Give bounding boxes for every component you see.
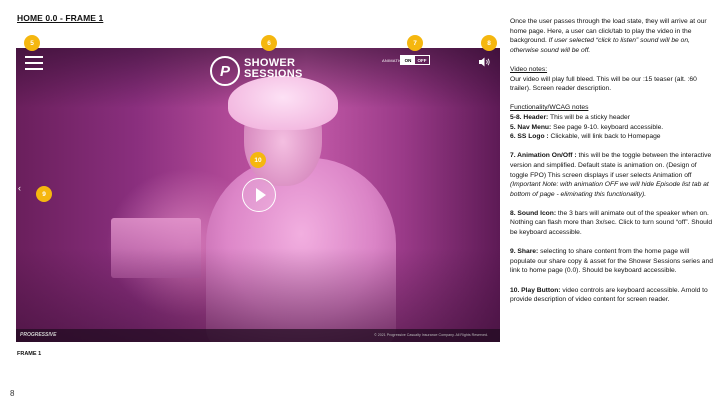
note-label: 10. Play Button:: [510, 286, 561, 294]
note-item-5: 5. Nav Menu: See page 9-10. keyboard acc…: [510, 123, 715, 133]
note-item-7: 7. Animation On/Off : this will be the t…: [510, 151, 715, 199]
video-person-towel: [228, 76, 338, 130]
callout-marker-6: 6: [261, 35, 277, 51]
logo-line-2: SESSIONS: [244, 68, 303, 80]
note-label: 5-8. Header:: [510, 113, 549, 121]
note-item-5-8: 5-8. Header: This will be a sticky heade…: [510, 113, 715, 123]
footer-bar: PROGRESSIVE © 2021 Progressive Casualty …: [16, 329, 500, 342]
home-page-mockup: P SHOWER SESSIONS ANIMATION ON OFF ‹ PRO…: [16, 48, 500, 342]
callout-marker-7: 7: [407, 35, 423, 51]
note-text: This will be a sticky header: [548, 113, 630, 121]
functionality-heading: Functionality/WCAG notes: [510, 104, 589, 112]
intro-paragraph: Once the user passes through the load st…: [510, 17, 715, 55]
shower-sessions-logo-icon[interactable]: P: [210, 56, 240, 86]
callout-marker-5: 5: [24, 35, 40, 51]
note-text: selecting to share content from the home…: [510, 248, 713, 275]
note-label: 6. SS Logo :: [510, 133, 549, 141]
share-icon[interactable]: ‹: [18, 184, 26, 200]
notes-panel: Once the user passes through the load st…: [510, 17, 715, 305]
video-bottom-shade: [16, 248, 500, 342]
callout-marker-8: 8: [481, 35, 497, 51]
note-item-8: 8. Sound Icon: the 3 bars will animate o…: [510, 209, 715, 238]
logo-letter: P: [219, 62, 230, 80]
note-text: Clickable, will link back to Homepage: [548, 133, 661, 141]
toggle-on[interactable]: ON: [401, 56, 415, 64]
sound-icon[interactable]: [478, 56, 492, 68]
video-notes-body: Our video will play full bleed. This wil…: [510, 75, 697, 93]
play-button[interactable]: [242, 178, 276, 212]
note-text: See page 9-10. keyboard accessible.: [551, 123, 664, 131]
frame-label: FRAME 1: [17, 351, 42, 357]
video-notes-heading: Video notes:: [510, 65, 548, 73]
note-item-9: 9. Share: selecting to share content fro…: [510, 247, 715, 276]
page-number: 8: [10, 389, 15, 398]
nav-menu-icon[interactable]: [25, 56, 43, 70]
toggle-off[interactable]: OFF: [415, 56, 429, 64]
callout-marker-10: 10: [250, 152, 266, 168]
note-item-10: 10. Play Button: video controls are keyb…: [510, 286, 715, 305]
copyright-text: © 2021 Progressive Casualty Insurance Co…: [374, 333, 488, 337]
animation-toggle[interactable]: ON OFF: [400, 55, 430, 65]
frame-title: HOME 0.0 - FRAME 1: [17, 13, 104, 23]
callout-marker-9: 9: [36, 186, 52, 202]
note-label: 8. Sound Icon:: [510, 209, 557, 217]
note-item-6: 6. SS Logo : Clickable, will link back t…: [510, 132, 715, 142]
note-italic: (Important Note: with animation OFF we w…: [510, 181, 709, 198]
shower-sessions-logo-text[interactable]: SHOWER SESSIONS: [244, 58, 303, 80]
note-label: 7. Animation On/Off :: [510, 152, 577, 160]
note-label: 9. Share:: [510, 248, 539, 256]
note-label: 5. Nav Menu:: [510, 123, 552, 131]
brand-wordmark: PROGRESSIVE: [20, 332, 57, 338]
